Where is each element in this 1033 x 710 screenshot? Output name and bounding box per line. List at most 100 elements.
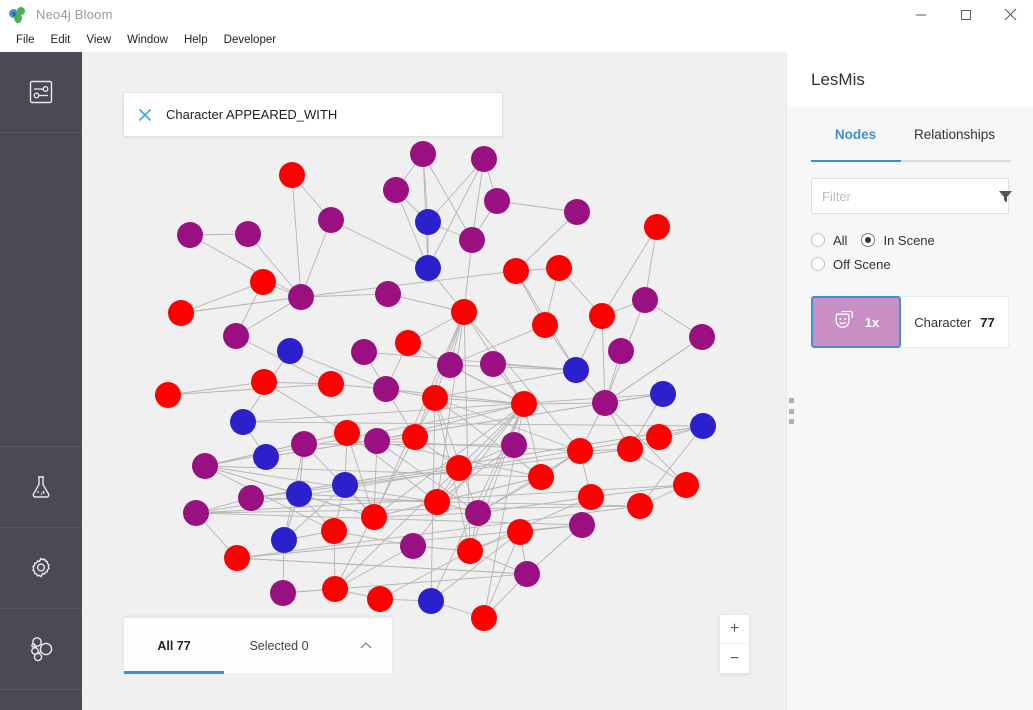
- graph-node[interactable]: [528, 464, 554, 490]
- graph-node[interactable]: [589, 303, 615, 329]
- minimize-button[interactable]: [898, 0, 943, 30]
- graph-node[interactable]: [334, 420, 360, 446]
- graph-node[interactable]: [567, 438, 593, 464]
- menu-view[interactable]: View: [78, 32, 119, 50]
- sidebar-item-scene-lab[interactable]: [0, 447, 82, 528]
- legend-tab-all[interactable]: All 77: [124, 618, 224, 674]
- menu-developer[interactable]: Developer: [216, 32, 284, 50]
- graph-node[interactable]: [192, 453, 218, 479]
- graph-node[interactable]: [332, 472, 358, 498]
- search-bar[interactable]: Character APPEARED_WITH: [123, 92, 503, 137]
- category-size-chip[interactable]: 1x: [811, 296, 901, 348]
- graph-node[interactable]: [446, 455, 472, 481]
- graph-node[interactable]: [578, 484, 604, 510]
- graph-node[interactable]: [253, 444, 279, 470]
- graph-node[interactable]: [238, 485, 264, 511]
- graph-node[interactable]: [183, 500, 209, 526]
- graph-node[interactable]: [484, 188, 510, 214]
- category-chip[interactable]: Character 77: [901, 296, 1009, 348]
- graph-node[interactable]: [457, 538, 483, 564]
- graph-node[interactable]: [351, 339, 377, 365]
- sidebar-item-settings[interactable]: [0, 528, 82, 609]
- graph-node[interactable]: [546, 255, 572, 281]
- tab-nodes[interactable]: Nodes: [811, 107, 900, 162]
- graph-node[interactable]: [177, 222, 203, 248]
- graph-canvas[interactable]: Character APPEARED_WITH All 77 Selected …: [82, 52, 786, 710]
- graph-node[interactable]: [373, 376, 399, 402]
- graph-node[interactable]: [644, 214, 670, 240]
- graph-node[interactable]: [322, 576, 348, 602]
- graph-node[interactable]: [511, 391, 537, 417]
- menu-file[interactable]: File: [8, 32, 43, 50]
- graph-node[interactable]: [569, 512, 595, 538]
- sidebar-item-perspective[interactable]: [0, 52, 82, 133]
- graph-node[interactable]: [400, 533, 426, 559]
- graph-node[interactable]: [471, 605, 497, 631]
- graph-node[interactable]: [471, 146, 497, 172]
- radio-all-label[interactable]: All: [833, 233, 847, 248]
- graph-node[interactable]: [563, 357, 589, 383]
- graph-node[interactable]: [318, 371, 344, 397]
- radio-off-scene-label[interactable]: Off Scene: [833, 257, 891, 272]
- graph-node[interactable]: [415, 255, 441, 281]
- graph-node[interactable]: [673, 472, 699, 498]
- graph-node[interactable]: [270, 580, 296, 606]
- graph-node[interactable]: [422, 385, 448, 411]
- graph-node[interactable]: [286, 481, 312, 507]
- graph-node[interactable]: [564, 199, 590, 225]
- graph-node[interactable]: [650, 381, 676, 407]
- graph-node[interactable]: [224, 545, 250, 571]
- graph-node[interactable]: [627, 493, 653, 519]
- graph-node[interactable]: [503, 258, 529, 284]
- drag-dots-icon[interactable]: [786, 398, 796, 424]
- graph-node[interactable]: [402, 424, 428, 450]
- graph-node[interactable]: [277, 338, 303, 364]
- radio-off-scene[interactable]: [811, 257, 825, 271]
- graph-node[interactable]: [465, 500, 491, 526]
- sidebar-item-graph[interactable]: [0, 609, 82, 690]
- graph-node[interactable]: [507, 519, 533, 545]
- graph-node[interactable]: [646, 424, 672, 450]
- graph-node[interactable]: [690, 413, 716, 439]
- graph-node[interactable]: [689, 324, 715, 350]
- graph-node[interactable]: [459, 227, 485, 253]
- graph-node[interactable]: [318, 207, 344, 233]
- graph-node[interactable]: [168, 300, 194, 326]
- search-query-text[interactable]: Character APPEARED_WITH: [166, 107, 337, 122]
- graph-node[interactable]: [608, 338, 634, 364]
- graph-node[interactable]: [250, 269, 276, 295]
- radio-all[interactable]: [811, 233, 825, 247]
- zoom-in-button[interactable]: +: [720, 615, 749, 644]
- graph-node[interactable]: [271, 527, 297, 553]
- tab-relationships[interactable]: Relationships: [900, 107, 1009, 162]
- graph-node[interactable]: [230, 409, 256, 435]
- graph-node[interactable]: [632, 287, 658, 313]
- filter-row[interactable]: [811, 178, 1012, 214]
- graph-node[interactable]: [532, 312, 558, 338]
- radio-in-scene[interactable]: [861, 233, 876, 247]
- graph-node[interactable]: [375, 281, 401, 307]
- close-button[interactable]: [988, 0, 1033, 30]
- filter-funnel-icon[interactable]: [998, 189, 1013, 204]
- graph-node[interactable]: [367, 586, 393, 612]
- graph-node[interactable]: [415, 209, 441, 235]
- menu-edit[interactable]: Edit: [43, 32, 79, 50]
- graph-node[interactable]: [395, 330, 421, 356]
- graph-node[interactable]: [418, 588, 444, 614]
- graph-node[interactable]: [235, 221, 261, 247]
- graph-node[interactable]: [251, 369, 277, 395]
- graph-node[interactable]: [321, 518, 347, 544]
- graph-node[interactable]: [364, 428, 390, 454]
- zoom-out-button[interactable]: −: [720, 644, 749, 673]
- graph-node[interactable]: [424, 489, 450, 515]
- graph-visualization[interactable]: [82, 52, 786, 710]
- graph-node[interactable]: [451, 299, 477, 325]
- maximize-button[interactable]: [943, 0, 988, 30]
- graph-node[interactable]: [592, 390, 618, 416]
- graph-node[interactable]: [223, 323, 249, 349]
- chevron-up-icon[interactable]: [358, 638, 374, 654]
- menu-window[interactable]: Window: [119, 32, 176, 50]
- filter-input[interactable]: [822, 188, 998, 204]
- graph-node[interactable]: [501, 432, 527, 458]
- graph-node[interactable]: [480, 351, 506, 377]
